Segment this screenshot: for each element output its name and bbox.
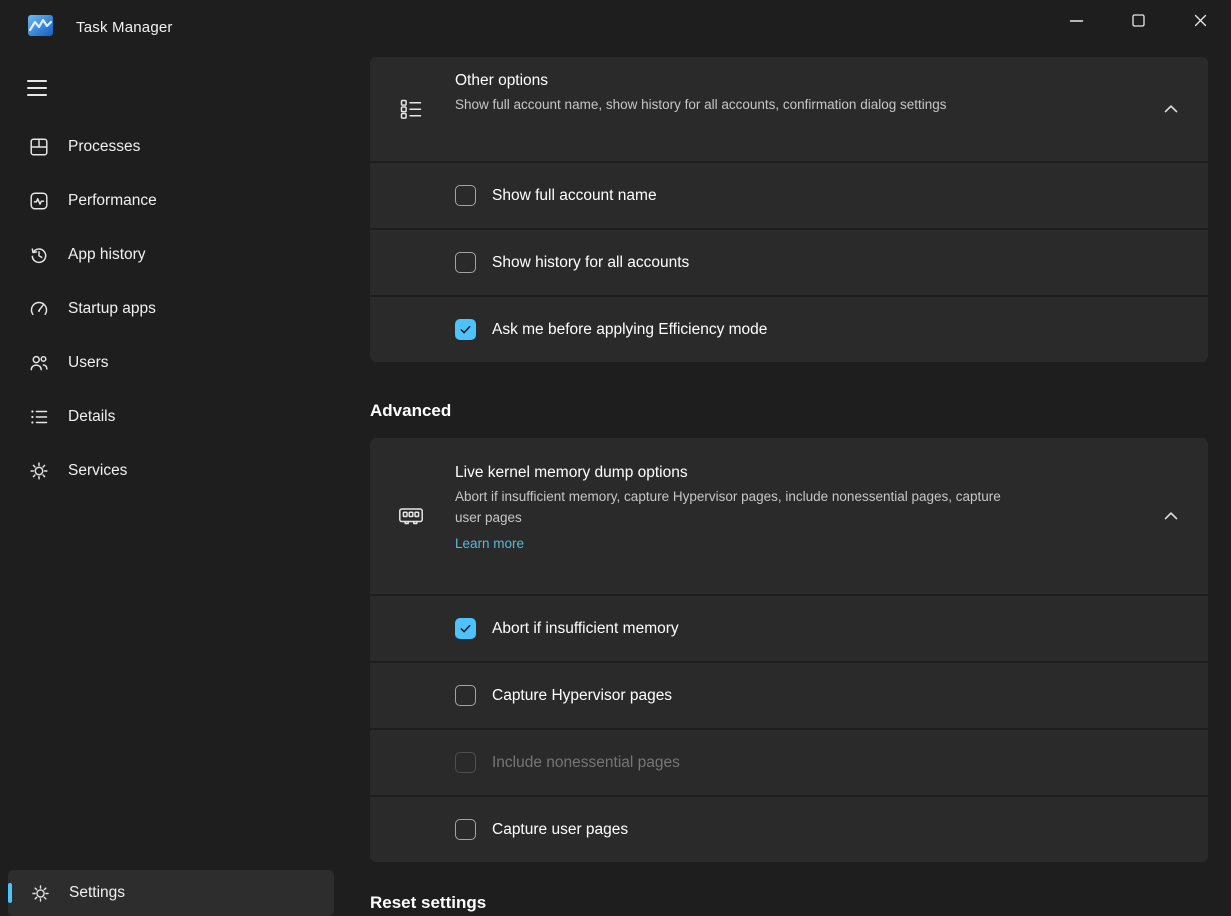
processes-grid-icon: [28, 136, 50, 158]
sidebar-item-label: Users: [68, 354, 108, 372]
sidebar-item-label: Performance: [68, 192, 157, 210]
checkmark-icon: [458, 322, 473, 337]
checkbox-label: Show full account name: [492, 187, 657, 205]
sidebar-item-startup-apps[interactable]: Startup apps: [0, 282, 348, 336]
users-icon: [28, 352, 50, 374]
checkbox-label: Capture Hypervisor pages: [492, 687, 672, 705]
checkbox-label: Ask me before applying Efficiency mode: [492, 321, 767, 339]
settings-scroll-area[interactable]: Other options Show full account name, sh…: [370, 0, 1208, 916]
sidebar-item-services[interactable]: Services: [0, 444, 348, 498]
sidebar: Processes Performance App history: [0, 56, 348, 916]
memory-chip-icon: [398, 503, 424, 529]
performance-pulse-icon: [28, 190, 50, 212]
row-show-full-account-name[interactable]: Show full account name: [370, 161, 1208, 228]
sidebar-item-label: App history: [68, 246, 146, 264]
sidebar-item-label: Processes: [68, 138, 140, 156]
expander-subtitle: Abort if insufficient memory, capture Hy…: [455, 487, 1030, 529]
checkbox: [455, 752, 476, 773]
sidebar-item-settings[interactable]: Settings: [8, 870, 334, 916]
sidebar-item-label: Settings: [69, 884, 125, 902]
sidebar-item-label: Startup apps: [68, 300, 156, 318]
options-list-icon: [398, 96, 424, 122]
sidebar-item-performance[interactable]: Performance: [0, 174, 348, 228]
checkbox[interactable]: [455, 819, 476, 840]
sidebar-nav: Processes Performance App history: [0, 120, 348, 498]
startup-gauge-icon: [28, 298, 50, 320]
other-options-card: Other options Show full account name, sh…: [370, 57, 1208, 362]
row-ask-before-efficiency-mode[interactable]: Ask me before applying Efficiency mode: [370, 295, 1208, 362]
chevron-up-icon[interactable]: [1160, 505, 1182, 527]
selected-indicator: [8, 883, 12, 903]
kernel-dump-card: Live kernel memory dump options Abort if…: [370, 438, 1208, 862]
checkbox-label: Include nonessential pages: [492, 754, 680, 772]
row-include-nonessential-pages: Include nonessential pages: [370, 728, 1208, 795]
reset-settings-heading: Reset settings: [370, 893, 486, 913]
checkbox[interactable]: [455, 185, 476, 206]
other-options-expander[interactable]: Other options Show full account name, sh…: [370, 57, 1208, 161]
sidebar-item-processes[interactable]: Processes: [0, 120, 348, 174]
checkbox-label: Abort if insufficient memory: [492, 620, 679, 638]
row-capture-hypervisor-pages[interactable]: Capture Hypervisor pages: [370, 661, 1208, 728]
checkbox[interactable]: [455, 685, 476, 706]
history-clock-icon: [28, 244, 50, 266]
checkbox-label: Show history for all accounts: [492, 254, 689, 272]
learn-more-link[interactable]: Learn more: [455, 536, 524, 551]
expander-subtitle: Show full account name, show history for…: [455, 95, 1055, 116]
row-show-history-all-accounts[interactable]: Show history for all accounts: [370, 228, 1208, 295]
task-manager-logo: [28, 15, 53, 36]
expander-title: Other options: [455, 72, 1138, 90]
services-gear-icon: [28, 460, 50, 482]
row-abort-if-insufficient-memory[interactable]: Abort if insufficient memory: [370, 594, 1208, 661]
checkbox[interactable]: [455, 319, 476, 340]
checkbox[interactable]: [455, 252, 476, 273]
sidebar-item-app-history[interactable]: App history: [0, 228, 348, 282]
sidebar-item-label: Services: [68, 462, 127, 480]
sidebar-item-users[interactable]: Users: [0, 336, 348, 390]
hamburger-menu-icon: [27, 80, 47, 82]
details-list-icon: [28, 406, 50, 428]
advanced-section-heading: Advanced: [370, 401, 451, 421]
row-capture-user-pages[interactable]: Capture user pages: [370, 795, 1208, 862]
checkmark-icon: [458, 621, 473, 636]
sidebar-item-details[interactable]: Details: [0, 390, 348, 444]
checkbox-label: Capture user pages: [492, 821, 628, 839]
expander-title: Live kernel memory dump options: [455, 464, 1138, 482]
kernel-dump-expander[interactable]: Live kernel memory dump options Abort if…: [370, 438, 1208, 594]
window-title: Task Manager: [76, 19, 173, 36]
chevron-up-icon[interactable]: [1160, 98, 1182, 120]
sidebar-item-label: Details: [68, 408, 115, 426]
checkbox[interactable]: [455, 618, 476, 639]
hamburger-menu-button[interactable]: [17, 70, 59, 106]
gear-icon: [30, 883, 51, 904]
